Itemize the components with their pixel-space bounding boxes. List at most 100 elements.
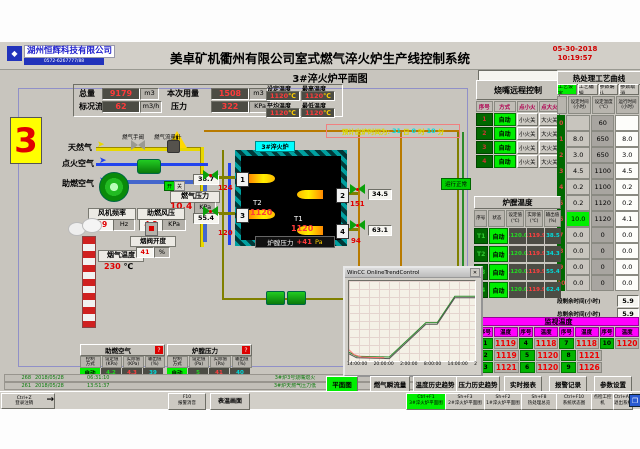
trend-chart: [349, 281, 475, 361]
alarm-number: 261: [5, 383, 35, 389]
curve-set-temp[interactable]: 1100: [591, 163, 615, 179]
curve-set-temp[interactable]: 650: [591, 147, 615, 163]
chamber-mode-button[interactable]: 自动: [489, 264, 507, 280]
burner-ctl-col-header: 序号: [476, 101, 493, 112]
trend-titlebar[interactable]: WinCC OnlineTrendControl ✕: [345, 268, 481, 278]
curve-set-time[interactable]: 0.0: [566, 243, 590, 259]
curve-button[interactable]: 参数确认: [599, 84, 619, 95]
monitor-point-number: 4: [519, 338, 534, 349]
curve-set-time[interactable]: 4.5: [566, 163, 590, 179]
toolbar-button[interactable]: 燃气瞬流量: [370, 376, 410, 392]
furnace-pressure-unit: Pa: [315, 238, 323, 246]
taskbar-screen-button[interactable]: 点检工控机: [591, 393, 614, 410]
window-icon[interactable]: ❐: [629, 394, 640, 407]
curve-set-time[interactable]: [566, 115, 590, 131]
taskbar-screen-button[interactable]: Sh+F32#淬火炉平面图: [445, 393, 485, 410]
curve-set-temp[interactable]: 0: [591, 227, 615, 243]
chamber-mode-button[interactable]: 自动: [489, 228, 507, 244]
press-panel-help-button[interactable]: ?: [242, 346, 250, 354]
curve-set-temp[interactable]: 0: [591, 243, 615, 259]
small-fire-button[interactable]: 小火关: [517, 155, 538, 168]
curve-row: 40.211000.2: [557, 179, 639, 195]
curve-run-time: 3.0: [615, 147, 639, 163]
curve-set-temp[interactable]: 650: [591, 131, 615, 147]
login-logout-button[interactable]: Ctrl+Z登录注销 →: [1, 393, 55, 409]
taskbar: Ctrl+Z登录注销 → F10报警消音 表温画面 Ctrl+F13#淬火炉平面…: [0, 391, 640, 409]
curve-set-temp[interactable]: 1100: [591, 179, 615, 195]
gas-flow-meter-icon[interactable]: [167, 140, 180, 153]
trend-close-button[interactable]: ✕: [470, 268, 480, 277]
taskbar-screen-button[interactable]: Ctrl+F10系统状态图: [556, 393, 592, 410]
curve-set-time[interactable]: 0.2: [566, 179, 590, 195]
small-fire-button[interactable]: 小火关: [517, 141, 538, 154]
curve-set-temp[interactable]: 0: [591, 275, 615, 291]
curve-button[interactable]: 工艺编辑: [578, 84, 598, 95]
curve-set-time[interactable]: 0.0: [566, 275, 590, 291]
chamber-actual: 1119.9: [527, 264, 544, 280]
curve-seg-value: 5.9: [617, 295, 639, 307]
status-ok-indicator: 运行正常: [441, 178, 471, 190]
temp-display-button[interactable]: 表温画面: [210, 393, 250, 410]
combustion-fan-icon[interactable]: [99, 172, 129, 202]
curve-row: 18.06508.0: [557, 131, 639, 147]
burner-4-valve-icon[interactable]: [350, 220, 365, 230]
chamber-mode-button[interactable]: 自动: [489, 246, 507, 262]
curve-set-temp[interactable]: 60: [591, 115, 615, 131]
trend-window-title: WinCC OnlineTrendControl: [345, 270, 470, 276]
curve-button[interactable]: 参数取消: [619, 84, 639, 95]
eta-min-unit: 分: [438, 126, 445, 136]
natural-gas-arrow-icon: ➤: [97, 140, 105, 150]
curve-button[interactable]: 工艺设定: [557, 84, 577, 95]
taskbar-screen-button[interactable]: Ctrl+F13#淬火炉平面图: [406, 393, 446, 410]
curve-set-time[interactable]: 3.0: [566, 147, 590, 163]
toolbar-button[interactable]: 压力历史趋势: [456, 376, 500, 392]
alarm-mute-button[interactable]: F10报警消音: [168, 393, 206, 410]
eta-label: 预计出炉时间为:: [342, 126, 390, 136]
air-panel-help-button[interactable]: ?: [155, 346, 163, 354]
fan-freq-unit: Hz: [113, 219, 135, 231]
toolbar-button[interactable]: 平面图: [326, 376, 358, 392]
curve-set-temp[interactable]: 1120: [591, 211, 615, 227]
curve-set-time[interactable]: 0.0: [566, 227, 590, 243]
taskbar-screen-button[interactable]: Sh+F8热处理总览: [521, 393, 557, 410]
ignition-air-pump-icon[interactable]: [137, 159, 161, 174]
burner-1-number[interactable]: 1: [236, 172, 249, 187]
burner-mode-button[interactable]: 自动: [494, 155, 516, 168]
monitor-point-temp: 1119: [494, 350, 518, 361]
press-col-header: 实际值 (Pa): [210, 356, 231, 368]
toolbar-button[interactable]: 实时报表: [504, 376, 542, 392]
curve-set-temp[interactable]: 1120: [591, 195, 615, 211]
curve-set-time[interactable]: 8.0: [566, 131, 590, 147]
burner-mode-button[interactable]: 自动: [494, 141, 516, 154]
burner-mode-button[interactable]: 自动: [494, 113, 516, 126]
curve-set-time[interactable]: 10.0: [566, 211, 590, 227]
valve-close-indicator[interactable]: 关: [174, 181, 185, 191]
curve-set-temp[interactable]: 0: [591, 259, 615, 275]
gas-hand-valve-icon[interactable]: [131, 140, 145, 150]
quench-pump-icon-1[interactable]: [266, 291, 285, 305]
press-panel-titlebar: 炉膛压力 ?: [167, 344, 252, 356]
toolbar-button[interactable]: 温度历史趋势: [413, 376, 457, 392]
burner-3-valve-icon[interactable]: [203, 206, 218, 216]
curve-set-time[interactable]: 0.2: [566, 195, 590, 211]
damper-label: 烟阀开度: [130, 236, 176, 247]
burner-3-number[interactable]: 3: [236, 208, 249, 223]
trend-plot-area[interactable]: [348, 280, 476, 362]
burner-4-number[interactable]: 4: [336, 224, 349, 239]
burner-1-valve-icon[interactable]: [203, 170, 218, 180]
toolbar-button[interactable]: 报警记录: [549, 376, 587, 392]
toolbar-button[interactable]: 参数设置: [594, 376, 632, 392]
flue-damper-icon[interactable]: [145, 222, 158, 236]
small-fire-button[interactable]: 小火关: [517, 127, 538, 140]
taskbar-screen-button[interactable]: Sh+F21#淬火炉平面图: [484, 393, 522, 410]
burner-ctl-col-header: 方式: [494, 101, 516, 112]
curve-set-time[interactable]: 0.0: [566, 259, 590, 275]
chamber-temp-header: 序号状态设定值 (℃)实际值 (℃)输出值 (%): [474, 210, 561, 227]
quench-pump-icon-2[interactable]: [287, 291, 306, 305]
burner-2-number[interactable]: 2: [336, 188, 349, 203]
small-fire-button[interactable]: 小火关: [517, 113, 538, 126]
chamber-mode-button[interactable]: 自动: [489, 282, 507, 298]
burner-2-valve-icon[interactable]: [350, 184, 365, 194]
company-logo-text: 湖州恒辉科技有限公司: [24, 45, 115, 58]
burner-mode-button[interactable]: 自动: [494, 127, 516, 140]
